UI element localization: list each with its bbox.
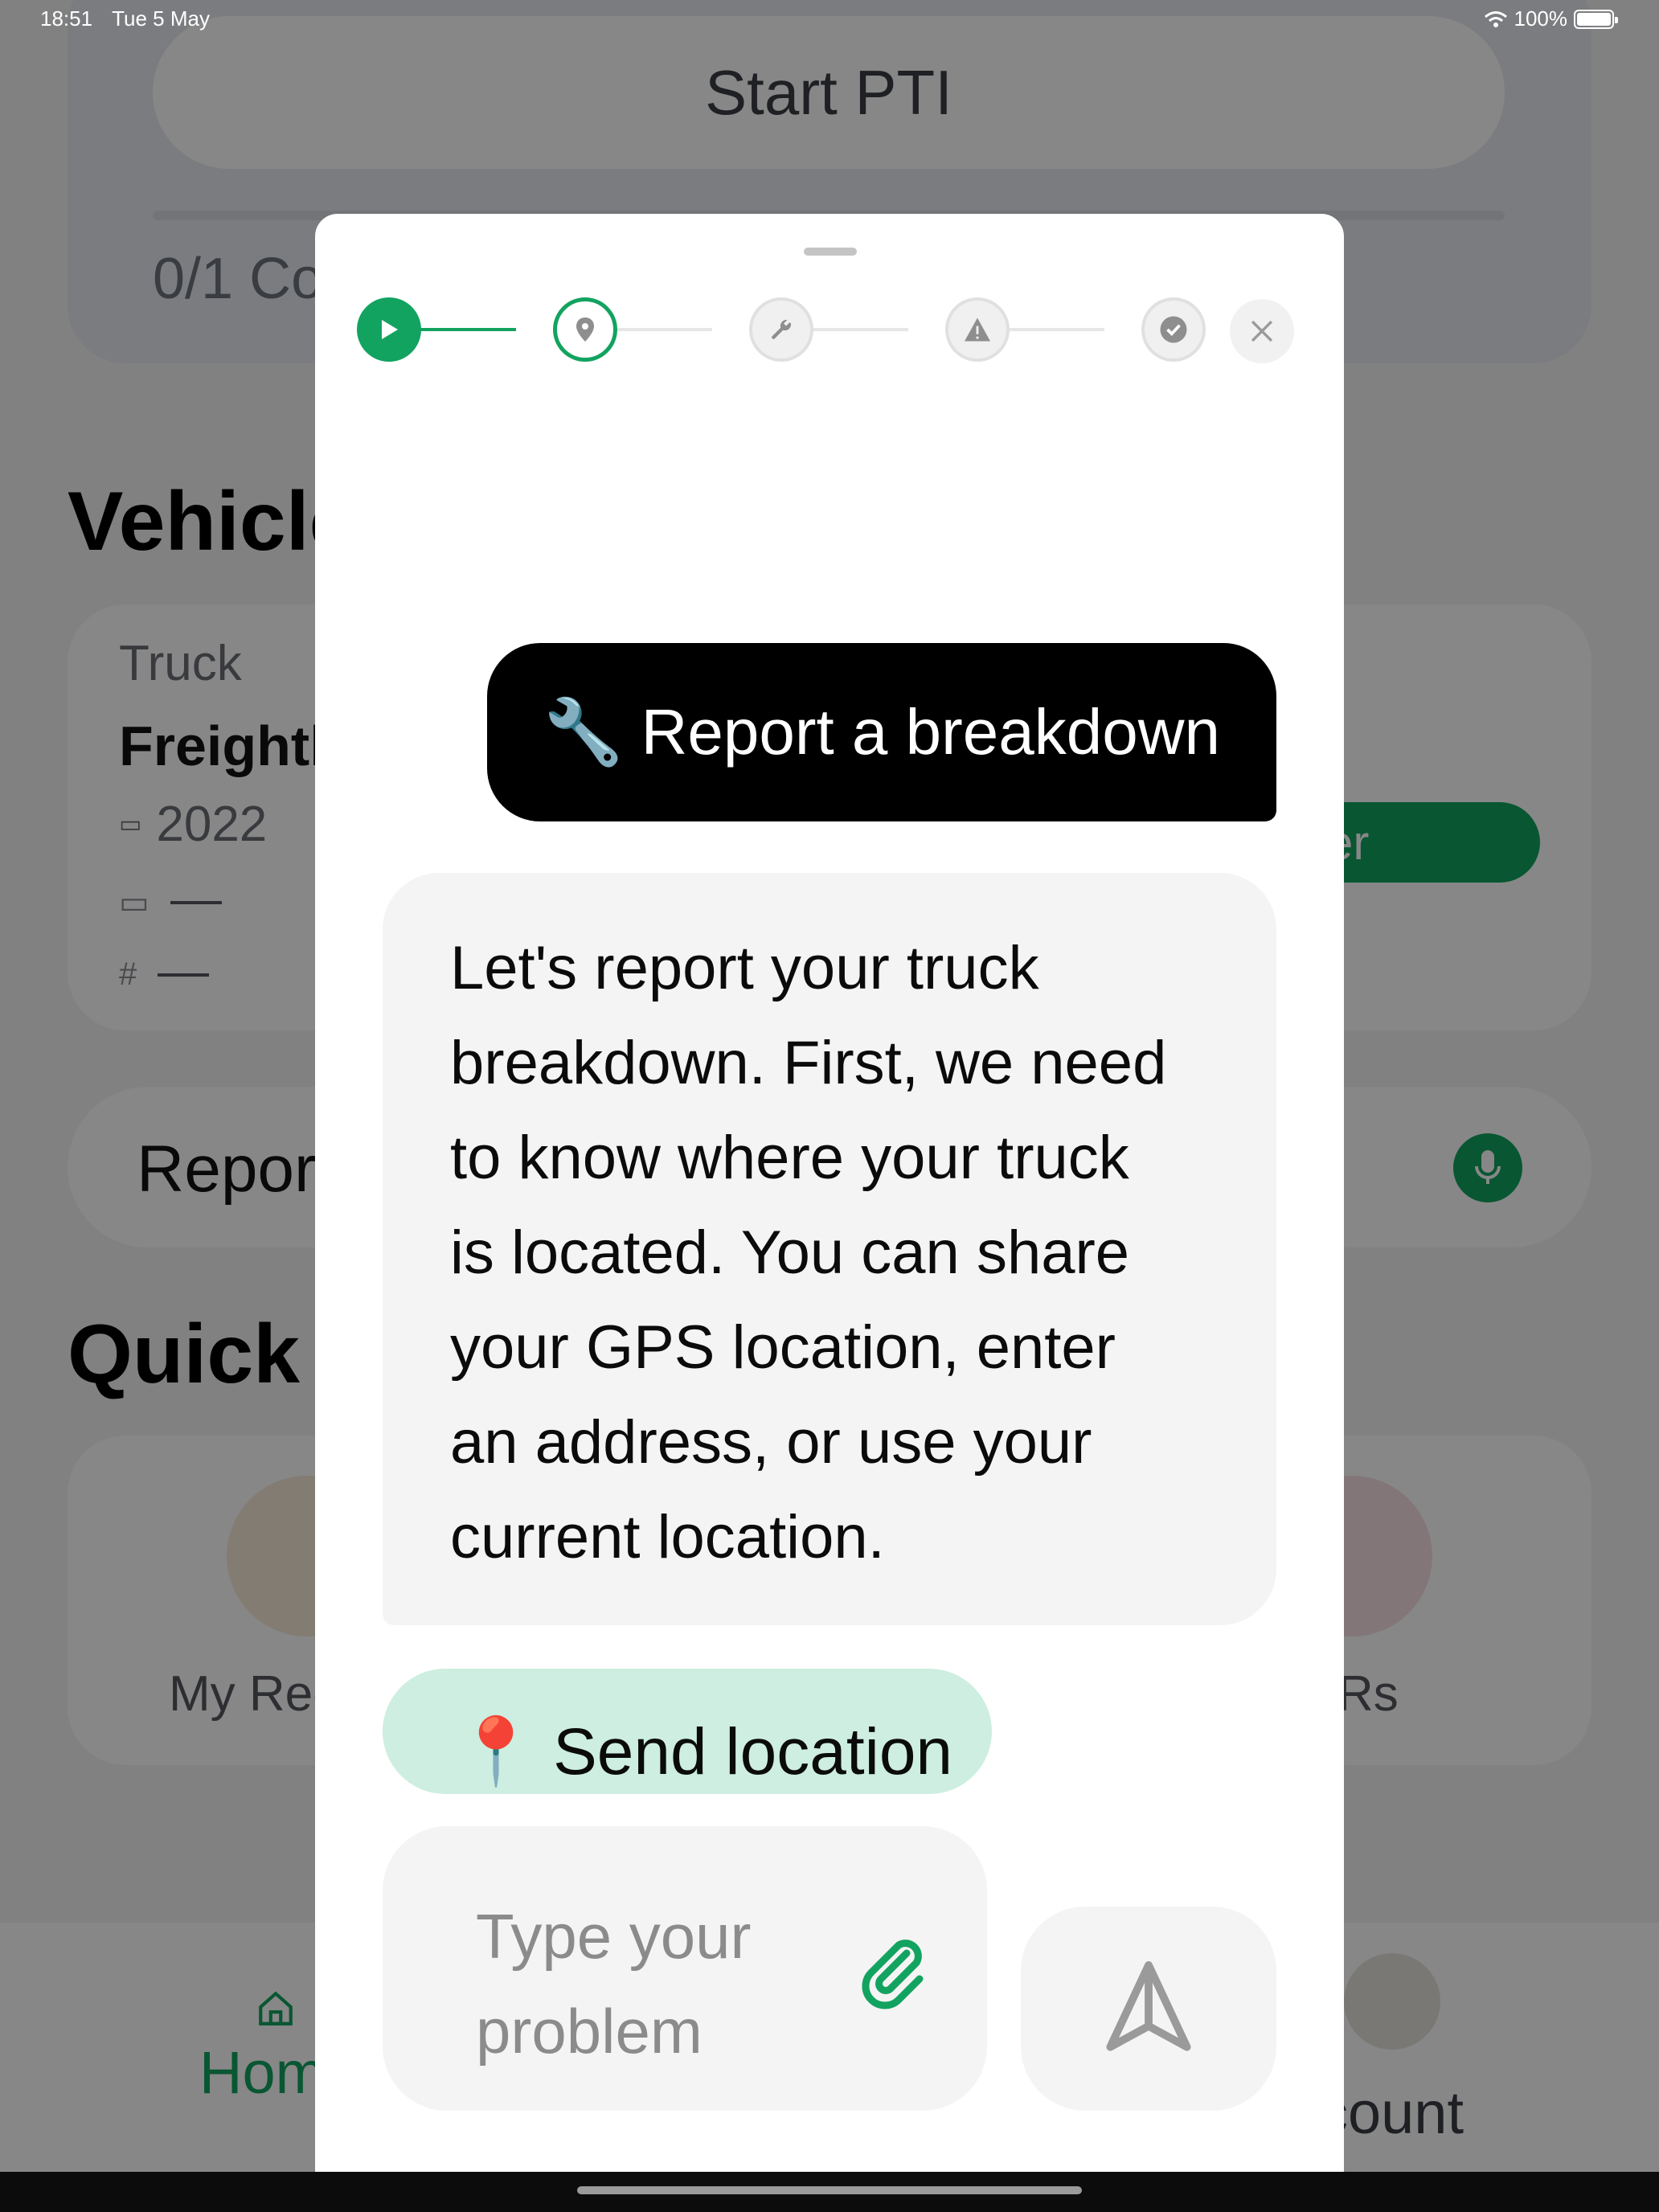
wifi-icon bbox=[1484, 10, 1507, 27]
assistant-message-line: breakdown. First, we need bbox=[450, 1029, 1167, 1097]
assistant-message-line: to know where your truck bbox=[450, 1124, 1129, 1192]
user-message-bubble: 🔧 Report a breakdown bbox=[487, 643, 1276, 821]
send-button[interactable] bbox=[1021, 1907, 1276, 2111]
status-time: 18:51 bbox=[40, 6, 93, 31]
attach-button[interactable] bbox=[852, 1931, 932, 2011]
assistant-message-line: an address, or use your bbox=[450, 1408, 1092, 1477]
wrench-icon bbox=[772, 319, 792, 339]
battery-percent: 100% bbox=[1514, 6, 1568, 31]
problem-input[interactable]: Type your problem bbox=[383, 1826, 987, 2111]
status-date: Tue 5 May bbox=[112, 6, 210, 31]
step-start[interactable] bbox=[357, 297, 421, 362]
location-pin-icon bbox=[576, 317, 594, 342]
paperclip-icon bbox=[862, 1940, 924, 2009]
send-location-label: Send location bbox=[553, 1715, 953, 1788]
battery-icon bbox=[1574, 9, 1618, 29]
placeholder-line: Type your bbox=[476, 1901, 752, 1972]
step-warning[interactable] bbox=[945, 297, 1010, 362]
step-location[interactable] bbox=[553, 297, 617, 362]
assistant-message-line: is located. You can share bbox=[450, 1219, 1130, 1287]
assistant-message-line: Let's report your truck bbox=[450, 934, 1039, 1002]
step-repair[interactable] bbox=[749, 297, 813, 362]
send-location-button[interactable]: 📍 Send location bbox=[383, 1669, 992, 1794]
close-icon bbox=[1251, 320, 1273, 342]
user-message-text: Report a breakdown bbox=[641, 696, 1221, 768]
assistant-message-line: your GPS location, enter bbox=[450, 1313, 1116, 1382]
assistant-message-line: current location. bbox=[450, 1503, 885, 1571]
pin-emoji-icon: 📍 bbox=[455, 1715, 538, 1788]
problem-input-placeholder: Type your problem bbox=[476, 1889, 813, 2079]
close-button[interactable] bbox=[1230, 299, 1294, 363]
check-circle-icon bbox=[1160, 316, 1187, 343]
send-arrow-icon bbox=[1106, 1960, 1191, 2051]
warning-icon bbox=[965, 317, 990, 342]
assistant-message-bubble: Let's report your truck breakdown. First… bbox=[383, 873, 1276, 1625]
home-indicator[interactable] bbox=[577, 2186, 1082, 2194]
drag-handle[interactable] bbox=[804, 248, 857, 256]
status-bar-left: 18:51 Tue 5 May bbox=[40, 6, 210, 31]
placeholder-line: problem bbox=[476, 1996, 703, 2067]
wrench-emoji-icon: 🔧 bbox=[543, 696, 624, 768]
play-icon bbox=[382, 320, 398, 339]
breakdown-modal: 🔧 Report a breakdown Let's report your t… bbox=[315, 214, 1344, 2212]
status-bar-right: 100% bbox=[1484, 6, 1618, 31]
step-complete[interactable] bbox=[1141, 297, 1206, 362]
